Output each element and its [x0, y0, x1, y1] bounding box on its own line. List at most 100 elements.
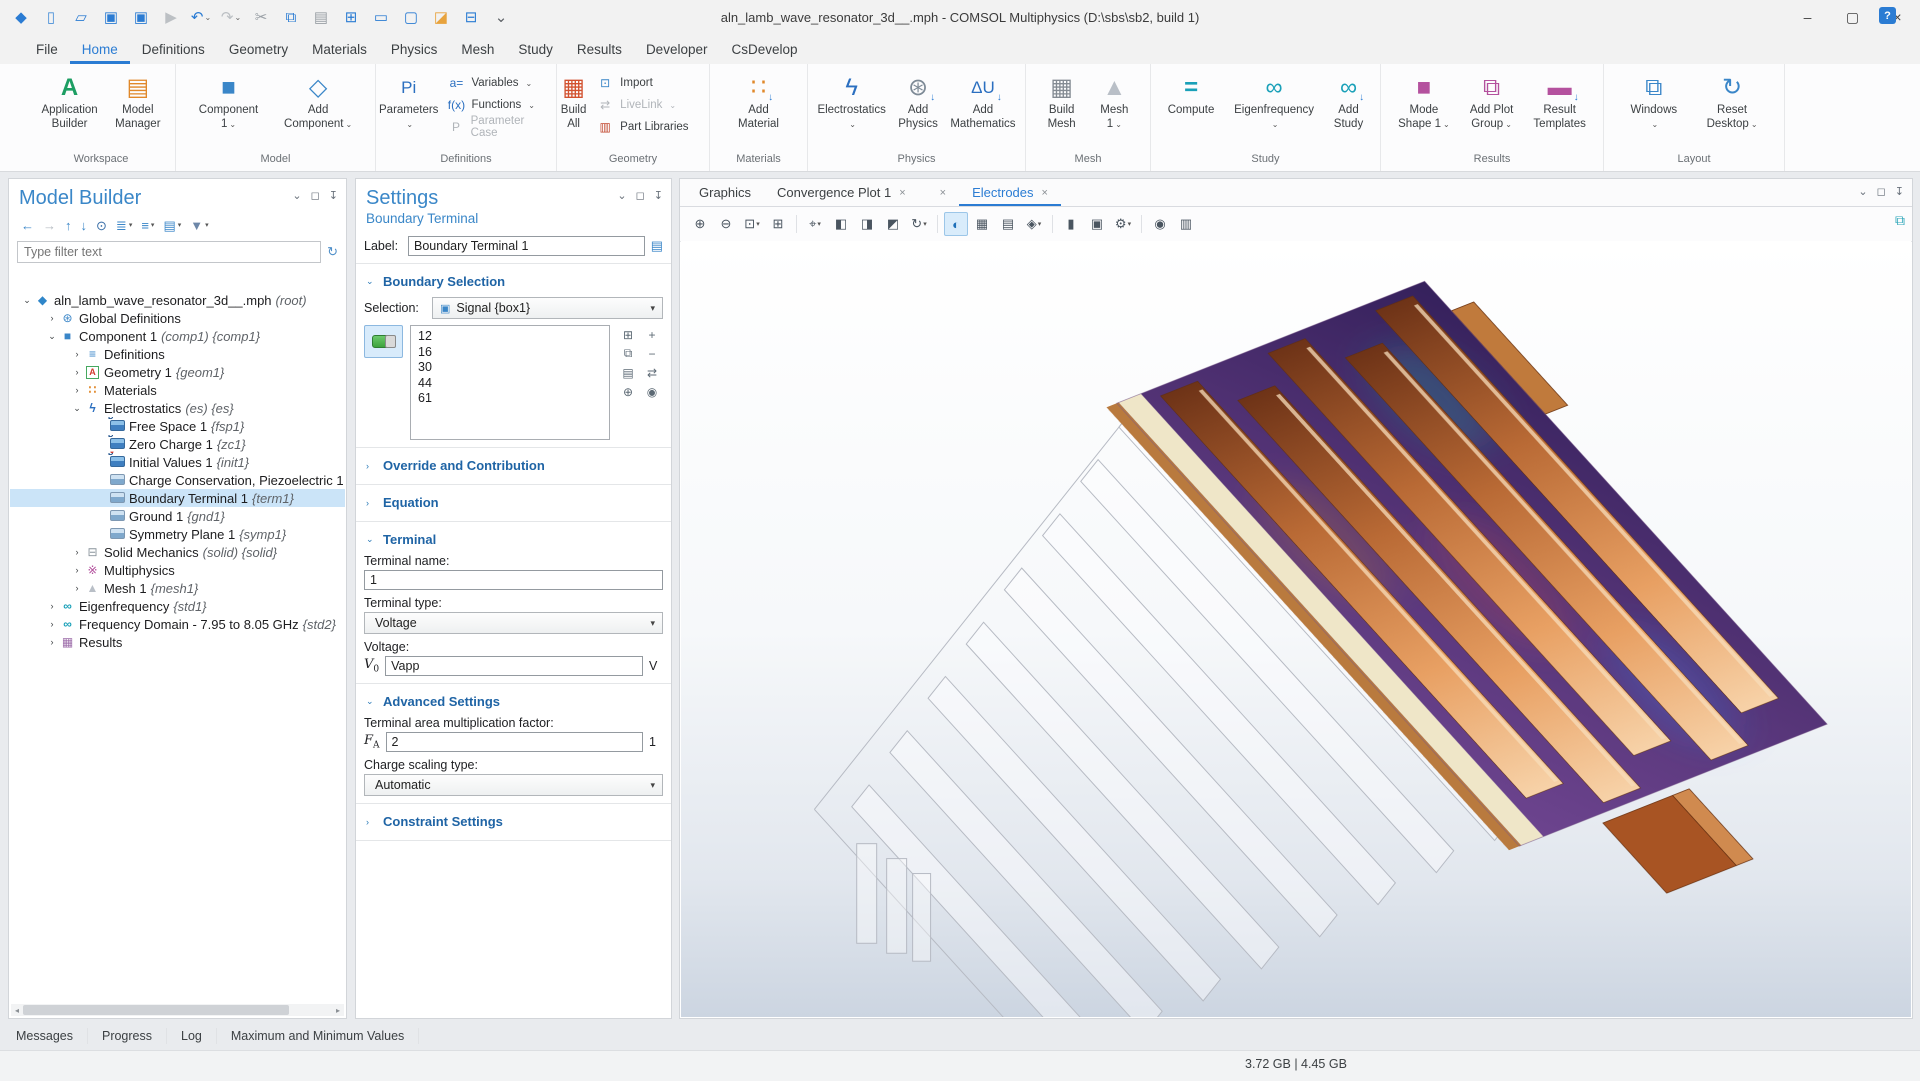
menu-geometry[interactable]: Geometry [217, 34, 300, 64]
forward-icon[interactable]: → [43, 219, 56, 232]
tree-node-mesh-1[interactable]: ›▲Mesh 1{mesh1} [10, 579, 345, 597]
parameters-button[interactable]: PiParameters⌄ [376, 69, 441, 131]
menu-physics[interactable]: Physics [379, 34, 450, 64]
delete-icon[interactable]: ▭ [368, 4, 394, 30]
menu-results[interactable]: Results [565, 34, 634, 64]
back-icon[interactable]: ← [21, 219, 34, 232]
tree-node-definitions[interactable]: ›≡Definitions [10, 345, 345, 363]
print-icon[interactable]: ▥ [1174, 212, 1198, 236]
eigenfrequency-button[interactable]: ∞Eigenfrequency⌄ [1231, 69, 1317, 131]
toolbar-options-icon[interactable]: ⌄ [488, 4, 514, 30]
rotate-view-icon[interactable]: ↻▾ [907, 212, 931, 236]
reset-desktop-button[interactable]: ↻ResetDesktop⌄ [1704, 69, 1761, 131]
app-icon[interactable]: ◆ [8, 4, 34, 30]
terminal-section-header[interactable]: ⌄ Terminal [364, 528, 663, 551]
chevron-right-icon[interactable]: › [70, 367, 84, 377]
chevron-right-icon[interactable]: › [45, 313, 59, 323]
tab-graphics[interactable]: Graphics [686, 179, 764, 206]
add-plot-group-button[interactable]: ⧉Add PlotGroup⌄ [1467, 69, 1516, 131]
zoom-in-icon[interactable]: ⊕ [688, 212, 712, 236]
bottom-tab-messages[interactable]: Messages [16, 1028, 88, 1044]
cut-icon[interactable]: ✂ [248, 4, 274, 30]
run-icon[interactable]: ▶ [158, 4, 184, 30]
save-icon[interactable]: ▣ [98, 4, 124, 30]
menu-file[interactable]: File [24, 34, 70, 64]
selection-entity[interactable]: 12 [418, 329, 609, 345]
move-down-icon[interactable]: ↓ [81, 219, 88, 232]
terminal-name-input[interactable] [364, 570, 663, 590]
result-templates-button[interactable]: ▬↓ResultTemplates [1530, 69, 1588, 131]
label-input[interactable] [408, 236, 645, 256]
tree-node-aln-lamb-wave-resonator-3d-mph[interactable]: ⌄◆aln_lamb_wave_resonator_3d__.mph(root) [10, 291, 345, 309]
bottom-tab-progress[interactable]: Progress [88, 1028, 167, 1044]
chevron-right-icon[interactable]: › [70, 385, 84, 395]
tree-node-materials[interactable]: ›∷Materials [10, 381, 345, 399]
tree-horizontal-scrollbar[interactable]: ◂ ▸ [11, 1004, 344, 1016]
tree-node-global-definitions[interactable]: ›⊛Global Definitions [10, 309, 345, 327]
close-icon[interactable]: × [1042, 187, 1048, 199]
chevron-right-icon[interactable]: › [70, 349, 84, 359]
panel-menu-icon[interactable]: ⌄ [617, 191, 626, 202]
tree-node-ground-1[interactable]: Ground 1{gnd1} [10, 507, 345, 525]
scrollbar-track[interactable] [23, 1004, 332, 1016]
find-icon[interactable]: ⊟ [458, 4, 484, 30]
selection-dropdown[interactable]: ▣ Signal {box1} ▾ [432, 297, 663, 319]
chevron-right-icon[interactable]: › [45, 619, 59, 629]
tree-node-geometry-1[interactable]: ›AGeometry 1{geom1} [10, 363, 345, 381]
tree-node-results[interactable]: ›▦Results [10, 633, 345, 651]
chevron-right-icon[interactable]: › [70, 565, 84, 575]
add-component-button[interactable]: ◇AddComponent⌄ [281, 69, 355, 131]
build-all-button[interactable]: ▦BuildAll [558, 69, 590, 131]
tree-node-frequency-domain-7-95-to-8-05-ghz[interactable]: ›∞Frequency Domain - 7.95 to 8.05 GHz{st… [10, 615, 345, 633]
redo-icon[interactable]: ↷⌄ [218, 4, 244, 30]
scroll-left-icon[interactable]: ◂ [11, 1006, 23, 1015]
menu-csdevelop[interactable]: CsDevelop [719, 34, 809, 64]
bottom-tab-log[interactable]: Log [167, 1028, 217, 1044]
duplicate-icon[interactable]: ⊞ [338, 4, 364, 30]
build-mesh-button[interactable]: ▦BuildMesh [1045, 69, 1079, 131]
add-material-button[interactable]: ∷↓AddMaterial [735, 69, 782, 131]
model-tree-filter-icon[interactable]: ▼▾ [190, 219, 208, 232]
image-snapshot-icon[interactable]: ◉ [1148, 212, 1172, 236]
open-file-icon[interactable]: ▱ [68, 4, 94, 30]
graphics-canvas[interactable] [681, 241, 1911, 1017]
variables-button[interactable]: a=Variables⌄ [441, 72, 556, 94]
node-grouping-icon[interactable]: ▤▾ [163, 219, 181, 232]
scrollbar-thumb[interactable] [23, 1005, 289, 1015]
selection-entity[interactable]: 44 [418, 376, 609, 392]
maximize-button[interactable]: ▢ [1830, 0, 1875, 34]
float-panel-icon[interactable]: ◻ [1877, 187, 1886, 198]
collapse-all-icon[interactable]: ≡▾ [141, 219, 154, 232]
dynamic-help-icon[interactable]: ⧉ [1895, 212, 1905, 229]
selection-entity[interactable]: 16 [418, 345, 609, 361]
scroll-right-icon[interactable]: ▸ [332, 1006, 344, 1015]
pin-panel-icon[interactable]: ↧ [329, 191, 338, 202]
chevron-right-icon[interactable]: › [45, 601, 59, 611]
menu-study[interactable]: Study [506, 34, 565, 64]
tree-node-electrostatics[interactable]: ⌄ϟElectrostatics(es) {es} [10, 399, 345, 417]
go-to-default-view-icon[interactable]: ⌖▾ [803, 212, 827, 236]
selection-entity[interactable]: 30 [418, 360, 609, 376]
wireframe-rendering-icon[interactable]: ▦ [970, 212, 994, 236]
undo-icon[interactable]: ↶⌄ [188, 4, 214, 30]
tree-node-charge-conservation-piezoelectric-1[interactable]: Charge Conservation, Piezoelectric 1{ccn… [10, 471, 345, 489]
tab-blank[interactable]: × [919, 179, 959, 206]
component-1-button[interactable]: ■Component1⌄ [196, 69, 261, 131]
tree-node-solid-mechanics[interactable]: ›⊟Solid Mechanics(solid) {solid} [10, 543, 345, 561]
zoom-extents-icon[interactable]: ⊡▾ [740, 212, 764, 236]
tree-node-boundary-terminal-1[interactable]: Boundary Terminal 1{term1} [10, 489, 345, 507]
paste-selection-icon[interactable]: ⧉ [617, 346, 639, 361]
boundary-selection-list[interactable]: 1216304461 [410, 325, 610, 440]
expand-all-icon[interactable]: ≣▾ [116, 219, 132, 232]
zoom-to-selection-icon[interactable]: ⊕ [617, 384, 639, 399]
help-button[interactable]: ? [1879, 7, 1896, 24]
copy-icon[interactable]: ⧉ [278, 4, 304, 30]
chevron-right-icon[interactable]: › [70, 583, 84, 593]
tab-convergence-plot-1[interactable]: Convergence Plot 1× [764, 179, 919, 206]
show-selection-icon[interactable]: ◉ [641, 384, 663, 399]
chevron-down-icon[interactable]: ⌄ [45, 331, 59, 342]
windows-button[interactable]: ⧉Windows⌄ [1627, 69, 1680, 131]
zoom-box-icon[interactable]: ⊞ [766, 212, 790, 236]
tree-node-multiphysics[interactable]: ›※Multiphysics [10, 561, 345, 579]
pin-panel-icon[interactable]: ↧ [1895, 187, 1904, 198]
